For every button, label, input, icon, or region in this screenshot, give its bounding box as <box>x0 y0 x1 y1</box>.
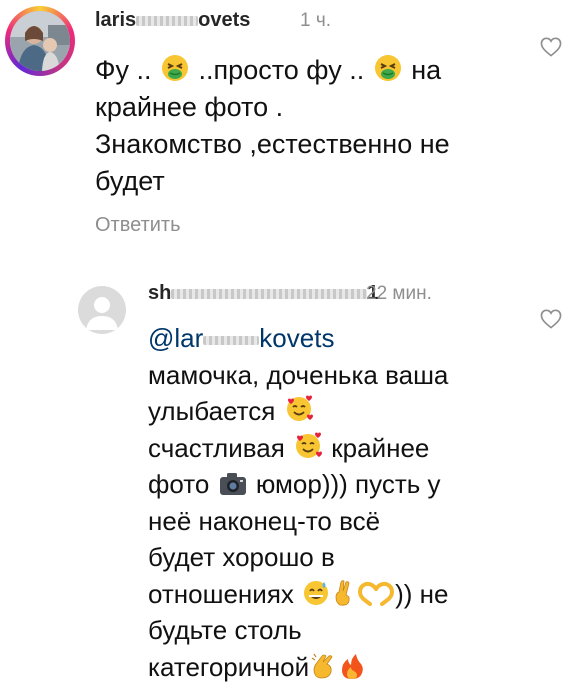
comment-line: Фу .. ..просто фу .. на <box>95 55 442 85</box>
comment-line: крайнее фото . <box>95 92 284 122</box>
reply-comment: sh 1 22 мин. @lar kovets мамочка, доченька… <box>0 270 562 698</box>
heart-outline-icon[interactable] <box>540 37 562 57</box>
comment-username[interactable]: laris ovets <box>95 9 250 32</box>
fire-emoji <box>342 653 363 679</box>
avatar[interactable] <box>10 11 70 71</box>
comment-line: отношениях )) не <box>148 578 449 609</box>
grinning-sweat-emoji <box>304 580 329 605</box>
smiling-face-with-hearts-emoji <box>296 432 323 458</box>
reply-button[interactable]: Ответить <box>95 214 181 237</box>
comment-line: будет хорошо в <box>148 542 335 572</box>
comment-line: будет <box>95 166 165 196</box>
comment-line: мамочка, доченька ваша <box>148 359 449 390</box>
heart-outline-icon[interactable] <box>540 309 562 329</box>
comment-line: счастливая крайнее <box>148 432 430 463</box>
comment-time[interactable]: 1 ч. <box>300 10 331 32</box>
comment-line: категоричной <box>148 649 449 686</box>
comment-line: будьте столь <box>148 615 302 645</box>
comment-line: улыбается <box>148 393 449 430</box>
heart-hands-emoji <box>358 581 395 606</box>
mention-link[interactable]: @lar kovets <box>148 320 449 357</box>
redacted-mention-part <box>203 335 260 345</box>
comment-text: Фу .. ..просто фу .. на крайнее фото . З… <box>95 52 450 200</box>
comment-line: Знакомство ,естественно не <box>95 129 450 159</box>
comment-time[interactable]: 22 мин. <box>366 283 432 305</box>
clapping-hands-emoji <box>311 653 333 678</box>
nauseated-face-emoji <box>162 55 189 81</box>
crossed-fingers-emoji <box>335 579 350 606</box>
redacted-username-part <box>171 288 368 299</box>
camera-emoji <box>219 473 246 495</box>
default-avatar-icon <box>86 297 118 330</box>
nauseated-face-emoji <box>374 55 401 81</box>
comment-line: неё наконец-то всё <box>148 505 381 536</box>
smiling-face-with-hearts-emoji <box>286 395 313 421</box>
story-ring[interactable] <box>5 6 75 76</box>
comment-text: @lar kovets мамочка, доченька ваша улыбае… <box>148 320 449 685</box>
comment-line: фото юмор))) пусть у <box>148 469 441 499</box>
redacted-username-part <box>136 15 199 26</box>
avatar[interactable] <box>78 286 126 334</box>
comment-username[interactable]: sh 1 <box>148 282 378 305</box>
comment: laris ovets 1 ч. Фу .. ..просто фу .. на … <box>0 0 562 250</box>
